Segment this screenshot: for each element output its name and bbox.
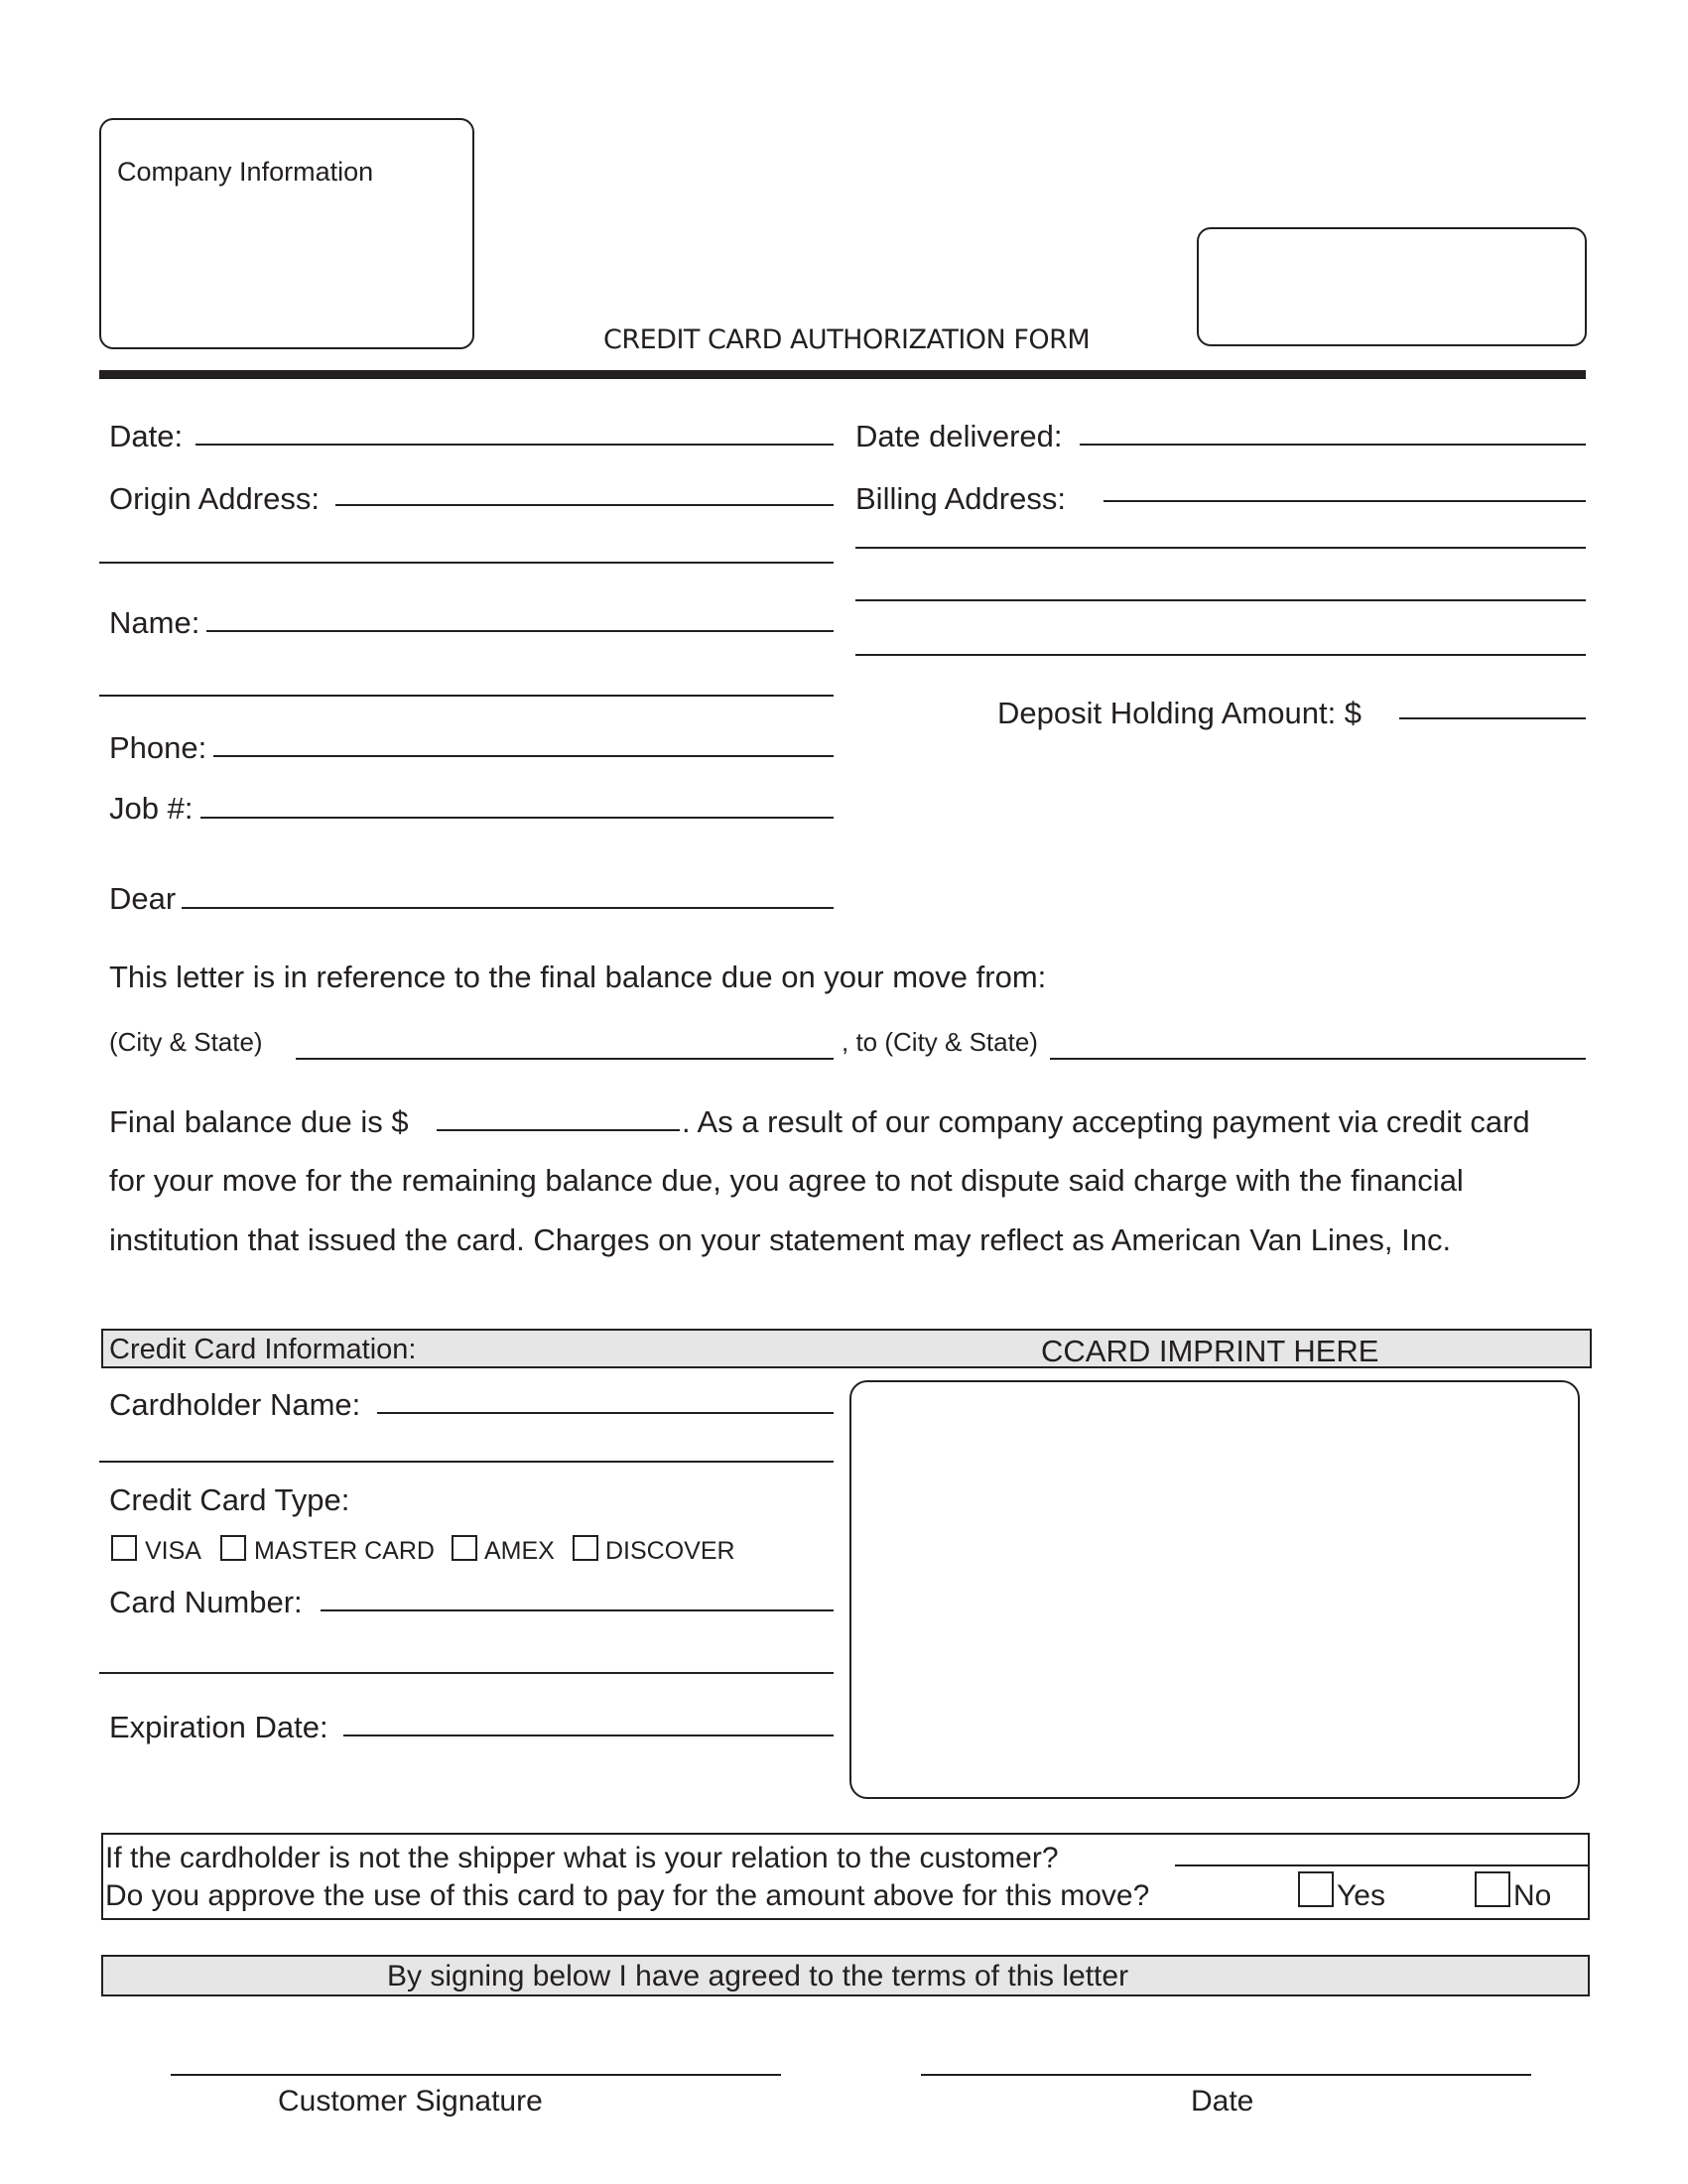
visa-checkbox[interactable] <box>111 1535 137 1561</box>
credit-card-info-label: Credit Card Information: <box>109 1334 417 1365</box>
approve-yes-label: Yes <box>1337 1879 1385 1912</box>
mastercard-label: MASTER CARD <box>254 1537 435 1565</box>
final-balance-suffix: . As a result of our company accepting p… <box>682 1104 1530 1139</box>
date-delivered-label: Date delivered: <box>855 419 1063 453</box>
origin-address-field-2[interactable] <box>99 562 834 564</box>
logo-box <box>1197 227 1587 346</box>
form-title: CREDIT CARD AUTHORIZATION FORM <box>603 324 1091 355</box>
card-number-field-2[interactable] <box>99 1672 834 1674</box>
approve-no-checkbox[interactable] <box>1475 1871 1510 1907</box>
cardholder-name-field-2[interactable] <box>99 1461 834 1463</box>
name-label: Name: <box>109 605 200 640</box>
card-number-label: Card Number: <box>109 1585 303 1619</box>
mastercard-checkbox[interactable] <box>220 1535 246 1561</box>
cardholder-name-field[interactable] <box>377 1412 834 1414</box>
letter-line-3: institution that issued the card. Charge… <box>109 1222 1452 1257</box>
approve-question: Do you approve the use of this card to p… <box>105 1879 1150 1912</box>
final-balance-field[interactable] <box>437 1129 680 1131</box>
discover-checkbox[interactable] <box>573 1535 598 1561</box>
company-info-label: Company Information <box>117 157 374 187</box>
date-delivered-field[interactable] <box>1080 444 1586 446</box>
dear-field[interactable] <box>182 907 834 909</box>
billing-address-field-2[interactable] <box>855 547 1586 549</box>
phone-field[interactable] <box>213 755 834 757</box>
to-city-state-label: , to (City & State) <box>842 1027 1038 1057</box>
billing-address-field-3[interactable] <box>855 599 1586 601</box>
customer-signature-field[interactable] <box>171 2074 781 2076</box>
imprint-label: CCARD IMPRINT HERE <box>1041 1334 1379 1368</box>
amex-label: AMEX <box>484 1537 555 1565</box>
discover-label: DISCOVER <box>605 1537 735 1565</box>
name-field-2[interactable] <box>99 695 834 697</box>
relation-question: If the cardholder is not the shipper wha… <box>105 1842 1059 1874</box>
job-number-label: Job #: <box>109 791 194 826</box>
card-number-field[interactable] <box>321 1609 834 1611</box>
customer-signature-label: Customer Signature <box>278 2085 543 2118</box>
signature-date-label: Date <box>1191 2085 1254 2118</box>
cardholder-name-label: Cardholder Name: <box>109 1387 361 1422</box>
from-city-state-field[interactable] <box>296 1058 834 1060</box>
date-label: Date: <box>109 419 184 453</box>
letter-intro: This letter is in reference to the final… <box>109 960 1047 994</box>
job-number-field[interactable] <box>200 817 834 819</box>
expiration-date-label: Expiration Date: <box>109 1710 328 1744</box>
relation-field[interactable] <box>1175 1864 1588 1866</box>
date-field[interactable] <box>195 444 834 446</box>
billing-address-field-4[interactable] <box>855 654 1586 656</box>
letter-line-2: for your move for the remaining balance … <box>109 1163 1464 1198</box>
visa-label: VISA <box>145 1537 201 1565</box>
phone-label: Phone: <box>109 730 207 765</box>
name-field[interactable] <box>206 630 834 632</box>
origin-address-field[interactable] <box>335 504 834 506</box>
origin-address-label: Origin Address: <box>109 481 320 516</box>
deposit-holding-amount-label: Deposit Holding Amount: $ <box>997 696 1363 730</box>
to-city-state-field[interactable] <box>1050 1058 1586 1060</box>
approve-no-label: No <box>1513 1879 1552 1912</box>
approve-yes-checkbox[interactable] <box>1298 1871 1334 1907</box>
dear-label: Dear <box>109 881 177 916</box>
expiration-date-field[interactable] <box>343 1734 834 1736</box>
deposit-holding-amount-field[interactable] <box>1399 717 1586 719</box>
billing-address-label: Billing Address: <box>855 481 1066 516</box>
company-info-box <box>99 118 474 349</box>
final-balance-prefix: Final balance due is $ <box>109 1104 409 1139</box>
from-city-state-label: (City & State) <box>109 1027 263 1057</box>
signature-date-field[interactable] <box>921 2074 1531 2076</box>
agreement-text: By signing below I have agreed to the te… <box>387 1960 1129 1992</box>
amex-checkbox[interactable] <box>452 1535 477 1561</box>
card-imprint-area <box>849 1380 1580 1799</box>
card-type-label: Credit Card Type: <box>109 1482 350 1517</box>
billing-address-field[interactable] <box>1104 500 1586 502</box>
header-divider <box>99 370 1586 379</box>
